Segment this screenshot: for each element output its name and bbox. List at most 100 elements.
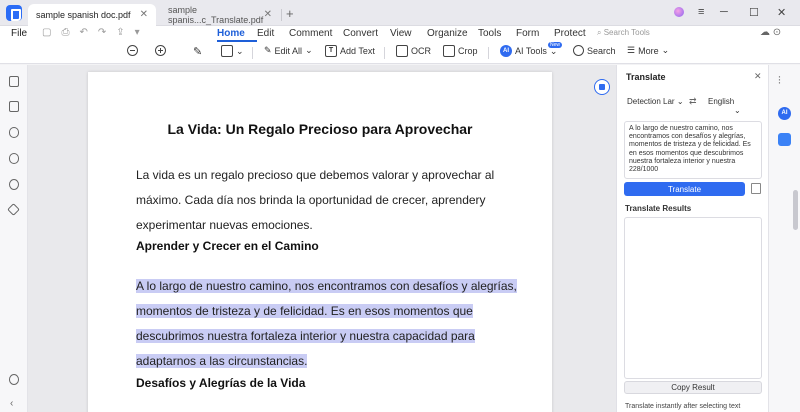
chevron-down-icon: ⌄ [676,97,684,106]
selected-text: descubrimos nuestra fortaleza interior y… [136,329,475,343]
trash-icon[interactable] [751,183,761,194]
menu-tools[interactable]: Tools [478,28,516,42]
menu-icon[interactable]: ≡ [698,6,704,18]
ai-assistant-icon[interactable]: AI [778,107,791,120]
collapse-icon[interactable]: ‹ [10,398,13,409]
source-language-label: Detection Lar [627,97,675,106]
target-language-label: English [708,97,735,106]
chevron-down-icon: ⌄ [734,106,741,115]
close-tab-icon[interactable]: ✕ [140,9,148,20]
menu-convert[interactable]: Convert [343,28,390,42]
more-label: More [638,45,659,56]
ocr-label: OCR [411,46,431,56]
text-line: momentos de tristeza y de felicidad. Es … [136,299,516,324]
tab-sample-spanish-doc[interactable]: sample spanish doc.pdf ✕ [28,4,156,26]
toolbar-divider [384,47,385,59]
title-bar: sample spanish doc.pdf ✕ sample spanis..… [0,0,800,26]
ocr-button[interactable]: OCR [396,45,431,57]
menu-protect[interactable]: Protect [554,28,599,42]
toolbar: ✎ ⌄ ✎ Edit All ⌄ T Add Text OCR Crop AI AI T… [0,42,800,64]
left-sidebar: ‹ [0,65,28,412]
search-icon[interactable] [9,179,19,190]
menu-edit[interactable]: Edit [257,28,289,42]
menu-organize[interactable]: Organize [427,28,478,42]
toolbar-divider [488,47,489,59]
translate-panel: Translate ✕ Detection Lar ⌄ ⇄ English ⌄ … [616,65,768,412]
bookmark-icon[interactable] [9,101,19,112]
close-panel-icon[interactable]: ✕ [754,71,762,82]
toolbar-divider [252,47,253,59]
share-icon[interactable]: ⇪ [116,27,124,38]
crop-button[interactable]: Crop [443,45,478,57]
heading-desafios: Desafíos y Alegrías de la Vida [136,376,306,390]
swap-languages-icon[interactable]: ⇄ [689,96,697,107]
attachment-icon[interactable] [9,153,19,164]
close-window-icon[interactable]: ✕ [777,6,786,19]
menu-form[interactable]: Form [516,28,554,42]
ai-icon: AI [500,45,512,57]
chevron-down-icon: ⌄ [236,45,244,56]
paragraph-2-selected[interactable]: A lo largo de nuestro camino, nos encont… [136,274,517,374]
new-badge: New [548,42,563,48]
selected-text: momentos de tristeza y de felicidad. Es … [136,304,473,318]
translate-float-icon[interactable] [594,79,610,95]
undo-icon[interactable]: ↶ [79,27,87,38]
zoom-in-icon [155,45,166,56]
copy-result-button[interactable]: Copy Result [624,381,762,394]
right-rail: ⫶ AI [768,65,800,412]
avatar[interactable] [674,7,684,17]
ai-tools-label: AI Tools [515,46,547,56]
help-icon[interactable] [9,374,19,385]
shape-button[interactable]: ⌄ [221,45,244,57]
menu-home[interactable]: Home [217,28,257,42]
search-tools-label: Search Tools [603,28,650,37]
paragraph-1: La vida es un regalo precioso que debemo… [136,163,516,238]
source-text-input[interactable]: A lo largo de nuestro camino, nos encont… [624,121,762,179]
properties-icon[interactable]: ⫶ [778,75,791,88]
open-icon[interactable]: ▢ [42,27,51,38]
menu-bar: File ▢ ⎙ ↶ ↷ ⇪ ▾ Home Edit Comment Conve… [0,26,800,42]
source-language-select[interactable]: Detection Lar ⌄ [627,97,684,106]
redo-icon[interactable]: ↷ [98,27,106,38]
text-line: experimentar nuevas emociones. [136,218,313,232]
more-button[interactable]: ☰ More ⌄ [627,45,669,56]
scrollbar[interactable] [793,190,798,230]
document-page[interactable]: La Vida: Un Regalo Precioso para Aprovec… [88,72,552,412]
menu-view[interactable]: View [390,28,427,42]
page-thumbnail-icon[interactable] [9,76,19,87]
search-icon [573,45,584,56]
minimize-icon[interactable]: ─ [720,6,728,18]
edit-icon: ✎ [264,45,272,55]
tab-label: sample spanish doc.pdf [36,10,131,20]
layers-icon[interactable] [7,203,20,216]
tab-sample-translate[interactable]: sample spanis...c_Translate.pdf ✕ [160,4,280,26]
translate-results-box[interactable] [624,217,762,379]
add-text-button[interactable]: T Add Text [325,45,375,57]
translate-button[interactable]: Translate [624,182,745,196]
edit-all-label: Edit All [274,45,303,56]
rectangle-icon [221,45,233,57]
add-text-label: Add Text [340,46,375,56]
instant-translate-hint: Translate instantly after selecting text [625,403,741,410]
zoom-out-button[interactable] [127,45,138,56]
translate-icon[interactable] [778,133,791,146]
menu-comment[interactable]: Comment [289,28,343,42]
comment-icon[interactable] [9,127,19,138]
menu-file[interactable]: File [11,28,27,39]
text-line: descubrimos nuestra fortaleza interior y… [136,324,516,349]
maximize-icon[interactable]: ☐ [749,6,759,19]
print-icon[interactable]: ⎙ [61,27,69,38]
document-title: La Vida: Un Regalo Precioso para Aprovec… [167,121,473,137]
search-button[interactable]: Search [573,45,616,56]
zoom-in-button[interactable] [155,45,166,56]
results-label: Translate Results [625,204,692,213]
cloud-icon[interactable]: ☁ ⊙ [760,27,781,38]
target-language-select[interactable]: English ⌄ [708,97,768,115]
edit-all-button[interactable]: ✎ Edit All ⌄ [264,45,313,56]
close-tab-icon[interactable]: ✕ [264,9,272,20]
dropdown-icon[interactable]: ▾ [135,27,140,38]
search-tools-input[interactable]: ⌕ Search Tools [597,28,650,38]
new-tab-icon[interactable]: + [286,6,294,21]
highlight-button[interactable]: ✎ [193,45,202,58]
document-viewer[interactable]: La Vida: Un Regalo Precioso para Aprovec… [28,65,616,412]
